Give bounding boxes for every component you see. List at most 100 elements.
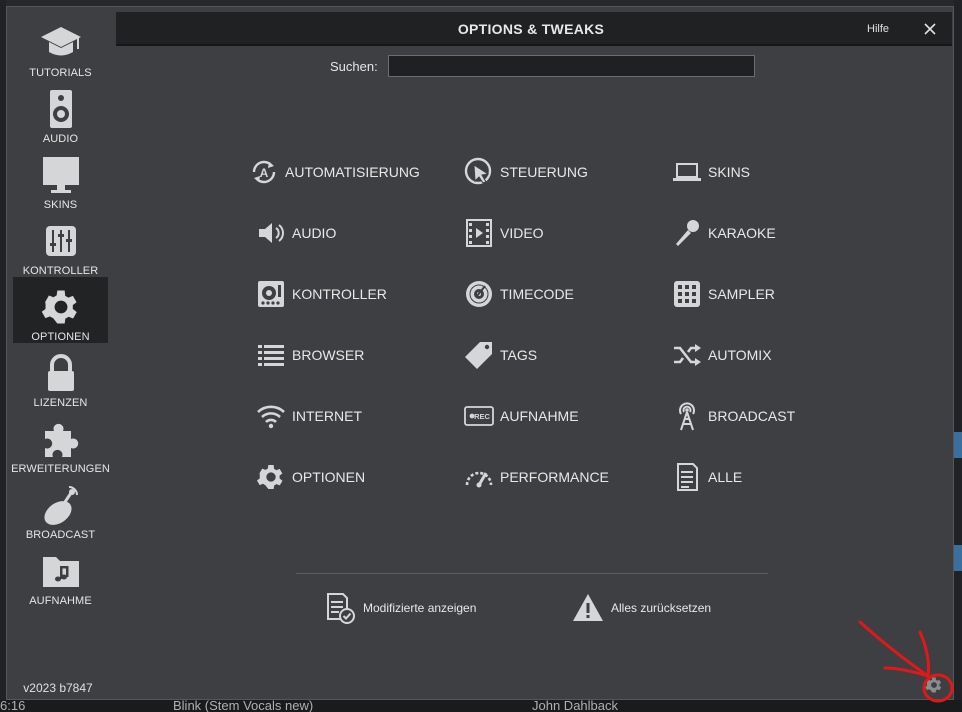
reset-all-label: Alles zurücksetzen [611,601,712,615]
option-kontroller[interactable]: KONTROLLER [254,277,387,311]
option-automix[interactable]: AUTOMIX [670,338,772,372]
option-label: AUTOMIX [708,347,772,363]
background-track-row: 6:16 Blink (Stem Vocals new) John Dahlba… [0,700,962,712]
option-label: AUFNAHME [500,408,579,424]
sidebar-item-audio[interactable]: AUDIO [13,79,108,145]
reset-all-button[interactable]: Alles zurücksetzen [571,591,711,625]
speaker-icon [39,87,83,131]
search-row: Suchen: [330,55,755,77]
option-label: KARAOKE [708,225,776,241]
automation-icon: A [247,155,281,189]
sidebar-item-aufnahme[interactable]: AUFNAHME [13,541,108,607]
sidebar-item-label: AUFNAHME [29,595,92,607]
sidebar-item-lizenzen[interactable]: LIZENZEN [13,343,108,409]
option-label: TAGS [500,347,538,363]
option-performance[interactable]: PERFORMANCE [462,460,609,494]
option-automatisierung[interactable]: A AUTOMATISIERUNG [247,155,420,189]
options-dialog: TUTORIALS AUDIO SKINS KONTROLLER OPTIONE… [6,6,954,700]
option-label: KONTROLLER [292,286,387,302]
option-label: PERFORMANCE [500,469,609,485]
shuffle-icon [670,338,704,372]
sidebar-item-label: TUTORIALS [29,67,92,79]
close-icon [924,23,936,35]
mixer-faders-icon [39,219,83,263]
option-label: SAMPLER [708,286,775,302]
warning-icon [571,591,605,625]
option-label: INTERNET [292,408,362,424]
puzzle-icon [39,417,83,461]
dialog-title: OPTIONS & TWEAKS [457,21,605,37]
option-label: TIMECODE [500,286,574,302]
wifi-icon [254,399,288,433]
lock-icon [39,351,83,395]
sidebar-item-label: BROADCAST [25,529,96,541]
sidebar-item-broadcast[interactable]: BROADCAST [13,475,108,541]
search-label: Suchen: [330,58,378,74]
option-broadcast[interactable]: BROADCAST [670,399,795,433]
option-aufnahme[interactable]: REC AUFNAHME [462,399,579,433]
document-icon [670,460,704,494]
svg-text:REC: REC [474,412,490,421]
sidebar-item-skins[interactable]: SKINS [13,145,108,211]
option-audio[interactable]: AUDIO [254,216,336,250]
satellite-dish-icon [39,483,83,527]
option-timecode[interactable]: TIMECODE [462,277,574,311]
help-button[interactable]: Hilfe [867,12,889,46]
list-icon [254,338,288,372]
version-label: v2023 b7847 [23,681,93,695]
option-label: STEUERUNG [500,164,588,180]
sidebar-item-kontroller[interactable]: KONTROLLER [13,211,108,277]
search-input[interactable] [388,55,755,77]
gear-icon [39,285,83,329]
option-label: AUTOMATISIERUNG [285,164,420,180]
option-karaoke[interactable]: KARAOKE [670,216,776,250]
monitor-icon [39,153,83,197]
option-label: AUDIO [292,225,337,241]
option-label: OPTIONEN [292,469,366,485]
option-sampler[interactable]: SAMPLER [670,277,775,311]
divider [296,573,768,574]
sidebar-item-label: AUDIO [42,133,79,145]
close-button[interactable] [920,19,940,39]
option-optionen[interactable]: OPTIONEN [254,460,365,494]
rec-icon: REC [462,399,496,433]
sidebar-item-label: SKINS [43,199,78,211]
option-internet[interactable]: INTERNET [254,399,362,433]
option-tags[interactable]: TAGS [462,338,537,372]
option-video[interactable]: VIDEO [462,216,544,250]
gauge-icon [462,460,496,494]
option-label: BROADCAST [708,408,796,424]
background-highlight [954,545,962,571]
graduation-cap-icon [39,21,83,65]
microphone-icon [670,216,704,250]
option-label: SKINS [708,164,751,180]
option-skins[interactable]: SKINS [670,155,750,189]
sidebar-item-label: KONTROLLER [22,265,99,277]
sidebar-item-tutorials[interactable]: TUTORIALS [13,13,108,79]
gear-icon [925,677,942,693]
background-app-right [954,0,962,712]
show-modified-button[interactable]: Modifizierte anzeigen [323,591,476,625]
track-time: 6:16 [0,700,26,712]
sidebar-item-optionen[interactable]: OPTIONEN [13,277,108,343]
antenna-icon [670,399,704,433]
settings-gear-button[interactable] [924,675,944,695]
sidebar-item-label: OPTIONEN [31,331,90,343]
option-label: BROWSER [292,347,365,363]
option-steuerung[interactable]: STEUERUNG [462,155,588,189]
sidebar-item-erweiterungen[interactable]: ERWEITERUNGEN [11,409,110,475]
cursor-icon [462,155,496,189]
option-label: ALLE [708,469,743,485]
modified-document-icon [323,591,357,625]
sidebar-item-label: ERWEITERUNGEN [11,463,110,475]
vinyl-icon [462,277,496,311]
tag-icon [462,338,496,372]
option-browser[interactable]: BROWSER [254,338,364,372]
background-highlight [954,432,962,458]
screen: 6:16 Blink (Stem Vocals new) John Dahlba… [0,0,962,712]
option-alle[interactable]: ALLE [670,460,742,494]
sidebar-item-label: LIZENZEN [33,397,88,409]
laptop-icon [670,155,704,189]
volume-icon [254,216,288,250]
track-artist: John Dahlback [532,700,618,712]
